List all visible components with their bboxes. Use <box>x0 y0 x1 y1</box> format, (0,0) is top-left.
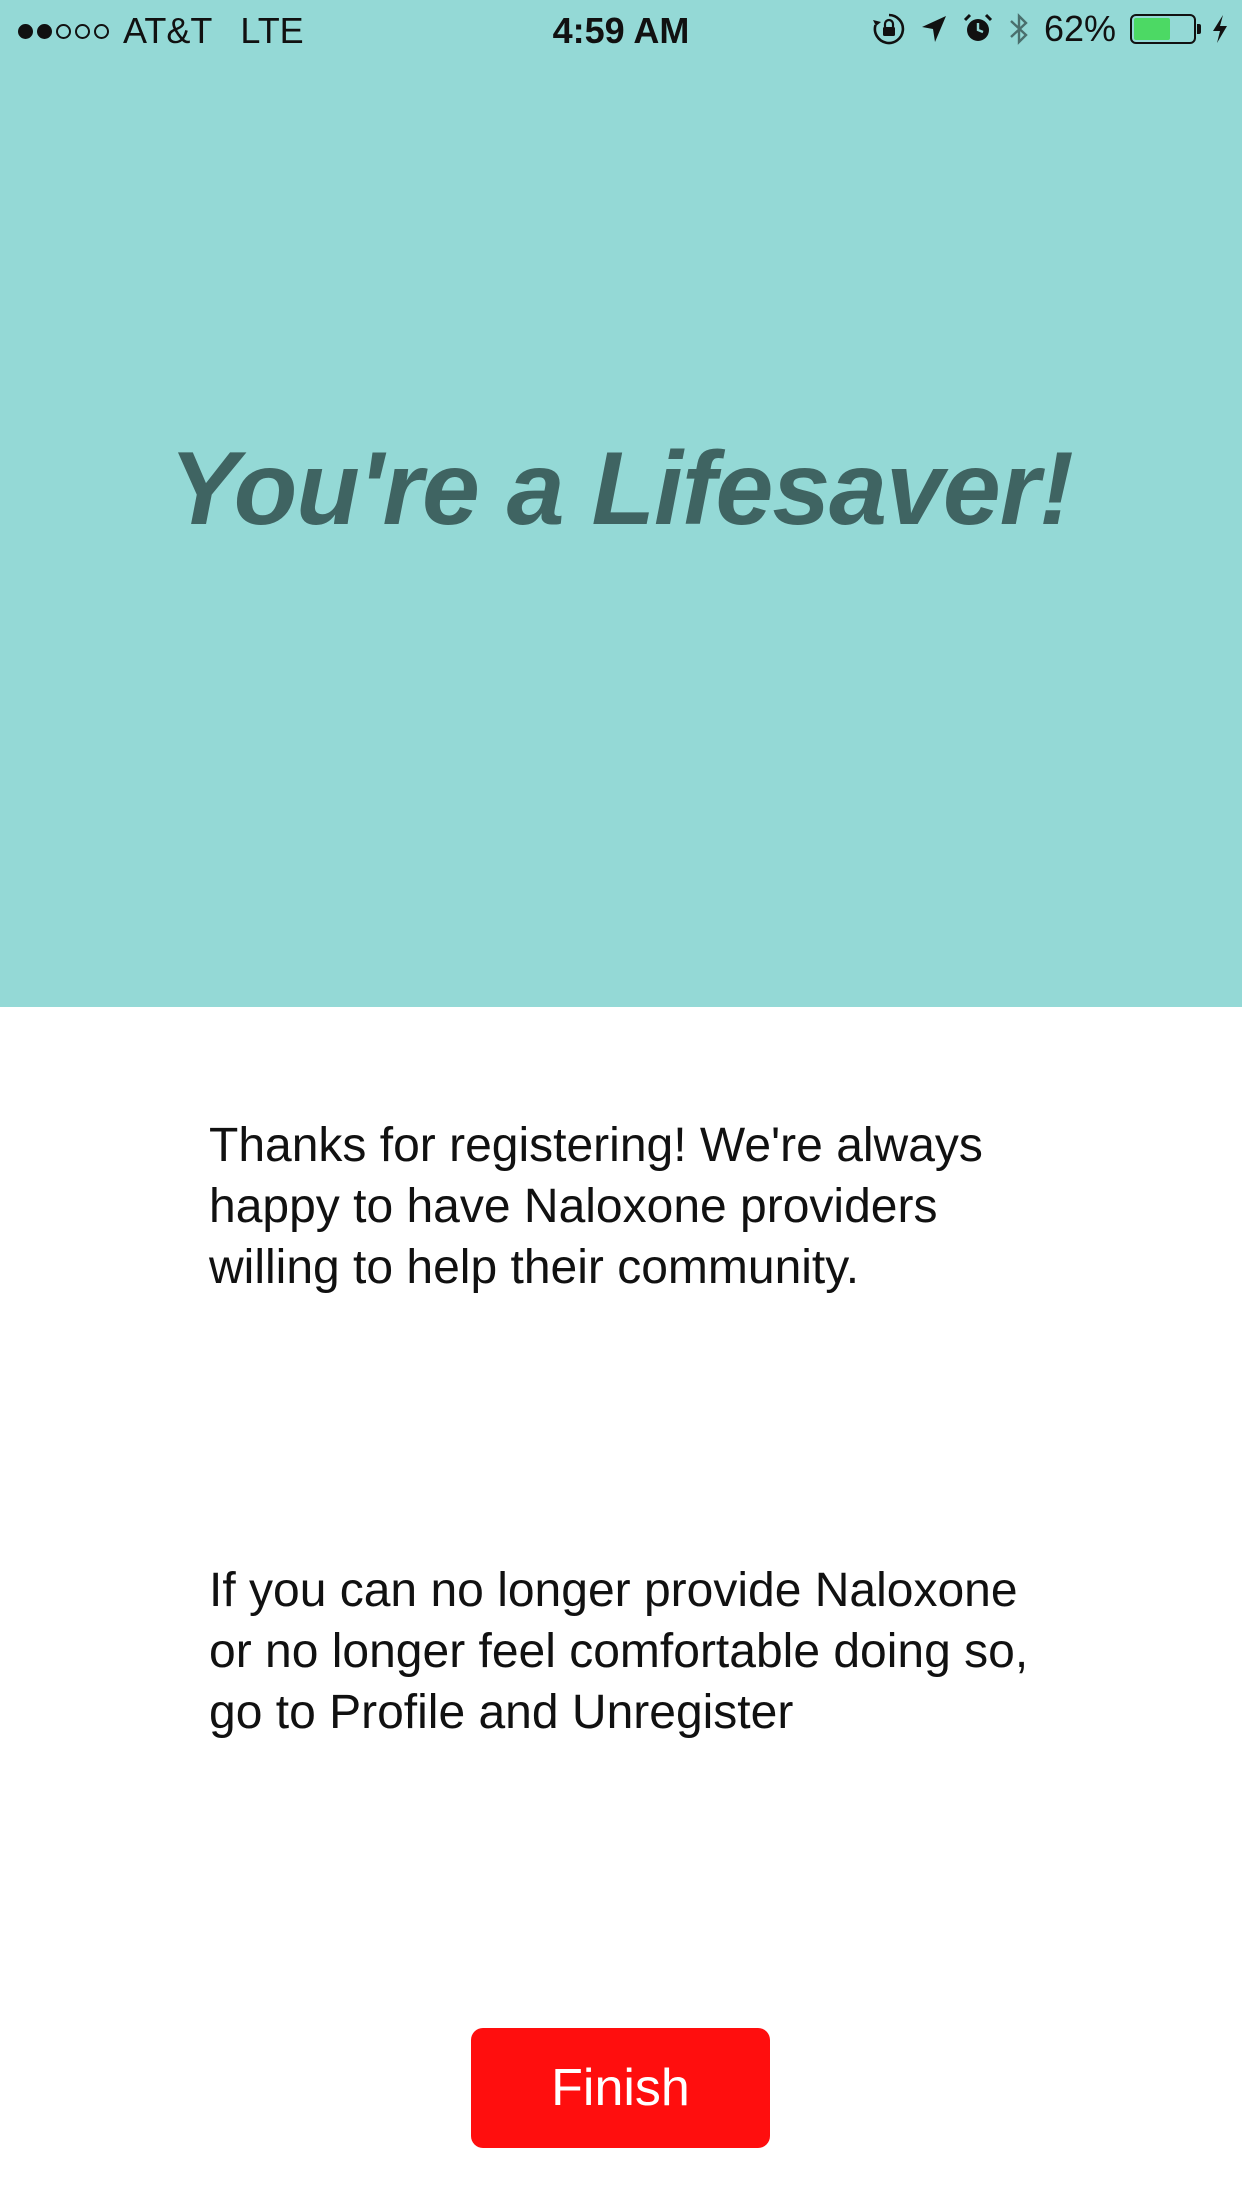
bluetooth-icon <box>1008 11 1030 47</box>
battery-percent: 62% <box>1043 8 1116 49</box>
charging-bolt-icon <box>1212 14 1228 44</box>
finish-button[interactable]: Finish <box>471 2028 770 2148</box>
unregister-instructions: If you can no longer provide Naloxone or… <box>209 1564 1029 1739</box>
battery-icon <box>1130 14 1201 44</box>
status-bar: AT&T LTE 4:59 AM 62% <box>0 0 1242 60</box>
alarm-icon <box>962 13 994 45</box>
battery-level <box>1134 18 1170 40</box>
thanks-message: Thanks for registering! We're always hap… <box>209 1119 983 1294</box>
hero-title: You're a Lifesaver! <box>169 431 1074 547</box>
hero-banner: AT&T LTE 4:59 AM 62% You're a Lifesaver! <box>0 0 1242 1007</box>
status-right: 62% <box>872 8 1228 50</box>
location-arrow-icon <box>920 14 948 44</box>
rotation-lock-icon <box>872 12 906 46</box>
